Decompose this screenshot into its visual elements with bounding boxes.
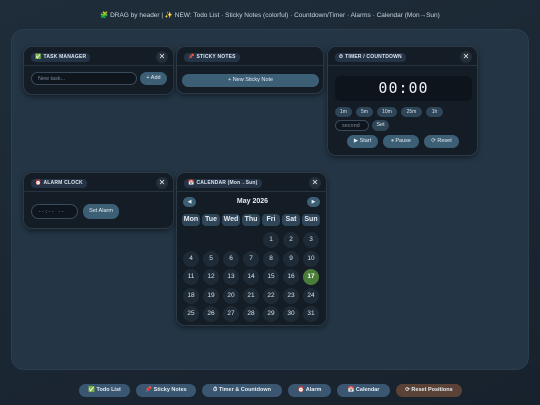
calendar-day[interactable]: 20	[223, 287, 239, 304]
close-icon[interactable]: ✕	[460, 51, 472, 63]
calendar-day[interactable]: 22	[263, 287, 279, 304]
close-icon[interactable]: ✕	[156, 177, 168, 189]
dock-alarm-button[interactable]: ⏰ Alarm	[288, 384, 331, 397]
new-task-input[interactable]	[31, 72, 137, 85]
calendar-day[interactable]: 1	[263, 232, 279, 248]
sticky-notes-title-text: STICKY NOTES	[196, 54, 236, 60]
calendar-day[interactable]: 14	[243, 269, 259, 285]
set-alarm-button[interactable]: Set Alarm	[83, 204, 119, 219]
weekday-header: Wed	[222, 214, 240, 226]
calendar-day[interactable]: 4	[183, 250, 199, 267]
calendar-day[interactable]: 26	[203, 306, 219, 322]
calendar-day[interactable]: 24	[303, 287, 319, 304]
timer-title: ⏱ TIMER / COUNTDOWN	[335, 53, 406, 62]
calendar-title: 📅 CALENDAR (Mon→Sun)	[184, 179, 262, 188]
preset-25m-button[interactable]: 25m	[401, 107, 422, 117]
alarm-header[interactable]: ⏰ ALARM CLOCK ✕	[24, 173, 173, 192]
reset-button[interactable]: ⟳ Reset	[424, 135, 459, 148]
weekday-header: Sat	[282, 214, 300, 226]
pushpin-icon: 📌	[188, 54, 195, 60]
dock-timer-button[interactable]: ⏱ Timer & Countdown	[202, 384, 282, 397]
calendar-day[interactable]: 15	[263, 269, 279, 285]
new-sticky-note-button[interactable]: + New Sticky Note	[182, 74, 319, 87]
set-seconds-button[interactable]: Set	[372, 120, 389, 131]
task-manager-header[interactable]: ✅ TASK MANAGER ✕	[24, 47, 173, 66]
calendar-day-today[interactable]: 17	[303, 269, 319, 285]
timer-display: 00:00	[335, 76, 472, 101]
calendar-header[interactable]: 📅 CALENDAR (Mon→Sun) ✕	[177, 173, 326, 192]
preset-5m-button[interactable]: 5m	[356, 107, 373, 117]
calendar-day[interactable]: 7	[243, 250, 259, 267]
dock-reset-positions-button[interactable]: ⟳ Reset Positions	[396, 384, 462, 397]
preset-1h-button[interactable]: 1h	[426, 107, 443, 117]
sticky-notes-header[interactable]: 📌 STICKY NOTES	[177, 47, 323, 66]
timer-header[interactable]: ⏱ TIMER / COUNTDOWN ✕	[328, 47, 477, 66]
dock-calendar-button[interactable]: 📅 Calendar	[337, 384, 390, 397]
calendar-day[interactable]: 5	[203, 250, 219, 267]
timer-title-text: TIMER / COUNTDOWN	[345, 54, 402, 60]
calendar-day[interactable]: 21	[243, 287, 259, 304]
add-task-button[interactable]: + Add	[140, 72, 167, 85]
sticky-notes-title: 📌 STICKY NOTES	[184, 53, 240, 62]
pause-button[interactable]: ⏸ Pause	[383, 135, 419, 148]
calendar-day[interactable]: 3	[303, 232, 319, 248]
task-manager-widget: ✅TASK MANAGER ✕ + Add	[23, 46, 174, 95]
checkmark-icon: ✅	[35, 54, 42, 60]
calendar-nav: ◀ May 2026 ▶	[177, 197, 328, 207]
calendar-icon: 📅	[188, 180, 195, 186]
task-manager-title-text: TASK MANAGER	[43, 54, 87, 60]
sticky-notes-widget: 📌 STICKY NOTES + New Sticky Note	[176, 46, 324, 94]
stopwatch-icon: ⏱	[339, 54, 344, 60]
calendar-day[interactable]: 11	[183, 269, 199, 285]
calendar-day[interactable]: 12	[203, 269, 219, 285]
calendar-day[interactable]: 16	[283, 269, 299, 285]
alarm-title: ⏰ ALARM CLOCK	[31, 179, 87, 188]
alarm-clock-icon: ⏰	[35, 180, 42, 186]
dock-todo-list-button[interactable]: ✅ Todo List	[79, 384, 130, 397]
calendar-day[interactable]: 25	[183, 306, 199, 322]
calendar-day[interactable]: 10	[303, 250, 319, 267]
calendar-day[interactable]: 2	[283, 232, 299, 248]
start-button[interactable]: ▶ Start	[347, 135, 378, 148]
alarm-title-text: ALARM CLOCK	[43, 180, 83, 186]
close-icon[interactable]: ✕	[156, 51, 168, 63]
calendar-day[interactable]: 28	[243, 306, 259, 322]
header-banner: 🧩 DRAG by header | ✨ NEW: Todo List · St…	[100, 12, 440, 19]
preset-1m-button[interactable]: 1m	[335, 107, 352, 117]
alarm-time-input[interactable]	[31, 204, 78, 219]
weekday-header: Tue	[202, 214, 220, 226]
calendar-widget: 📅 CALENDAR (Mon→Sun) ✕ ◀ May 2026 ▶ Mon Tu…	[176, 172, 327, 326]
calendar-day[interactable]: 19	[203, 287, 219, 304]
calendar-day[interactable]: 9	[283, 250, 299, 267]
weekday-header: Thu	[242, 214, 260, 226]
dock-sticky-notes-button[interactable]: 📌 Sticky Notes	[136, 384, 196, 397]
close-icon[interactable]: ✕	[309, 177, 321, 189]
calendar-title-text: CALENDAR (Mon→Sun)	[196, 180, 258, 186]
seconds-input[interactable]	[335, 120, 369, 131]
calendar-month-label: May 2026	[236, 198, 269, 205]
preset-10m-button[interactable]: 10m	[377, 107, 397, 117]
calendar-day[interactable]: 30	[283, 306, 299, 322]
calendar-day[interactable]: 31	[303, 306, 319, 322]
calendar-day[interactable]: 8	[263, 250, 279, 267]
alarm-widget: ⏰ALARM CLOCK ✕ Set Alarm	[23, 172, 174, 229]
calendar-day[interactable]: 27	[223, 306, 239, 322]
next-month-icon[interactable]: ▶	[307, 197, 320, 207]
calendar-day[interactable]: 29	[263, 306, 279, 322]
timer-widget: ⏱ TIMER / COUNTDOWN ✕ 00:00 1m 5m 10m 25m…	[327, 46, 478, 156]
weekday-header: Fri	[262, 214, 280, 226]
task-manager-title: ✅ TASK MANAGER	[31, 53, 91, 62]
weekday-header: Mon	[182, 214, 200, 226]
weekday-header: Sun	[302, 214, 320, 226]
calendar-day[interactable]: 18	[183, 287, 199, 304]
calendar-day[interactable]: 23	[283, 287, 299, 304]
calendar-day[interactable]: 6	[223, 250, 239, 267]
calendar-day[interactable]: 13	[223, 269, 239, 285]
